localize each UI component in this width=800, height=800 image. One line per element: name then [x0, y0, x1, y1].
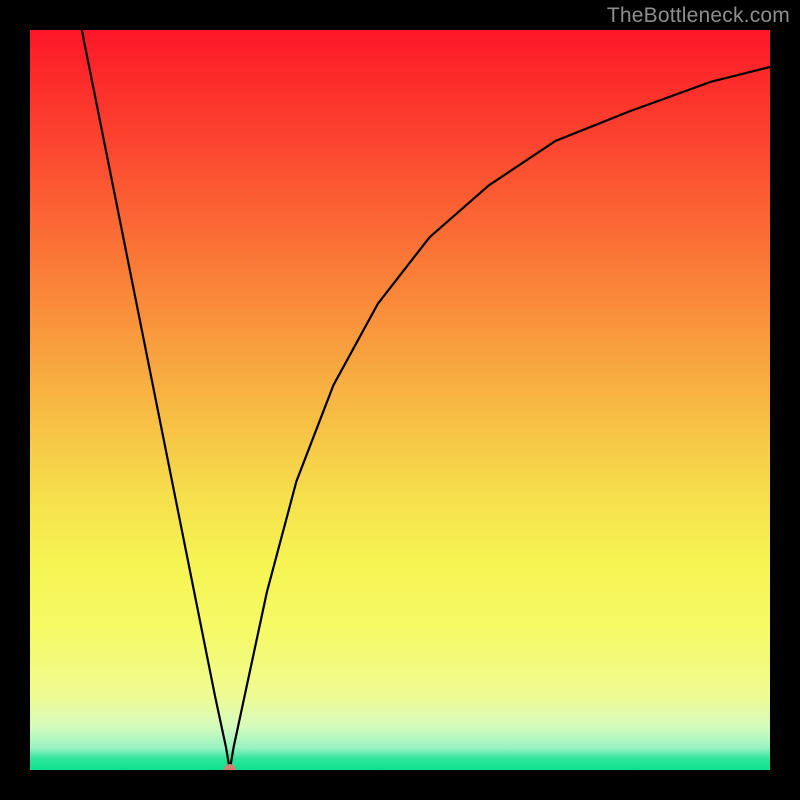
plot-area — [30, 30, 770, 770]
chart-frame: TheBottleneck.com — [0, 0, 800, 800]
watermark-text: TheBottleneck.com — [607, 4, 790, 28]
curve-layer — [30, 30, 770, 770]
bottleneck-curve — [82, 30, 770, 770]
minimum-marker — [224, 764, 236, 770]
